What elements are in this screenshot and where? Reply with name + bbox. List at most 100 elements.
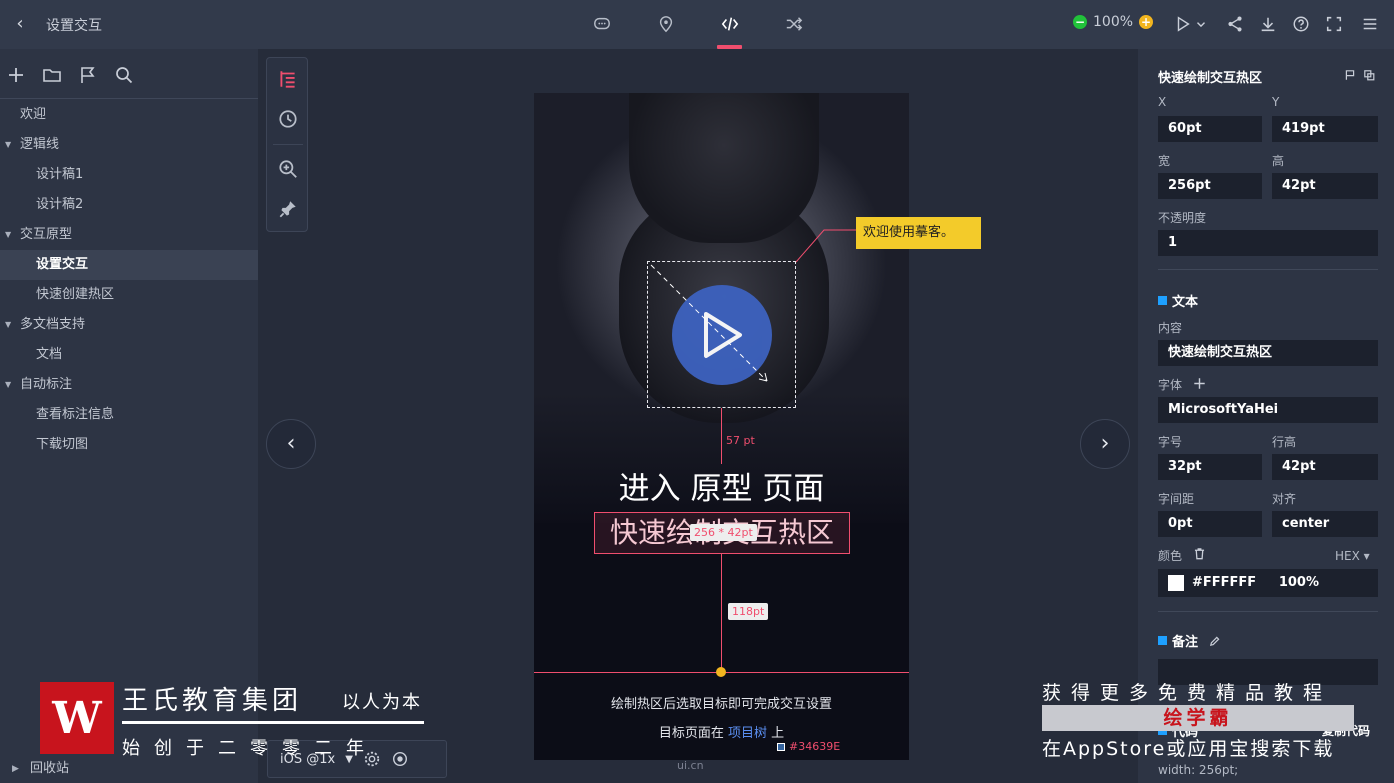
- opacity-label: 不透明度: [1158, 211, 1207, 225]
- color-field[interactable]: #FFFFFF 100%: [1158, 569, 1378, 597]
- anchor-dot: [716, 667, 726, 677]
- zoom-icon[interactable]: [277, 158, 299, 180]
- download-icon[interactable]: [1257, 13, 1279, 35]
- device-sub2: 目标页面在 项目树 上: [658, 726, 785, 741]
- add-font-icon[interactable]: [1193, 377, 1206, 390]
- tree-item-welcome[interactable]: 欢迎: [0, 100, 258, 130]
- width-field[interactable]: 256pt: [1158, 173, 1262, 199]
- letter-spacing-label: 字间距: [1158, 492, 1195, 506]
- font-size-field[interactable]: 32pt: [1158, 454, 1262, 480]
- shuffle-icon[interactable]: [781, 12, 807, 36]
- align-label: 对齐: [1272, 492, 1297, 506]
- pin-icon[interactable]: [277, 198, 299, 220]
- caret-down-icon[interactable]: ▼: [5, 220, 11, 250]
- tree-item-design1[interactable]: 设计稿1: [0, 160, 258, 190]
- panel-title: 快速绘制交互热区: [1158, 71, 1263, 86]
- align-field[interactable]: center: [1272, 511, 1378, 537]
- dist-bottom-label: 118pt: [728, 603, 769, 620]
- caret-right-icon[interactable]: ▶: [12, 755, 19, 783]
- line-height-field[interactable]: 42pt: [1272, 454, 1378, 480]
- section-marker: [1158, 296, 1167, 305]
- x-field[interactable]: 60pt: [1158, 116, 1262, 142]
- tree-item-set-interaction[interactable]: 设置交互: [0, 250, 258, 280]
- content-field[interactable]: 快速绘制交互热区: [1158, 340, 1378, 366]
- share-icon[interactable]: [1224, 13, 1246, 35]
- note-section: 备注: [1158, 631, 1221, 650]
- zoom-out-icon[interactable]: −: [1073, 15, 1087, 29]
- color-swatch: [1168, 574, 1184, 591]
- promo-app: 绘学霸: [1042, 705, 1354, 731]
- tree-item-doc[interactable]: 文档: [0, 340, 258, 370]
- comment-icon[interactable]: [589, 12, 615, 36]
- y-field[interactable]: 419pt: [1272, 116, 1378, 142]
- play-icon[interactable]: [1172, 13, 1194, 35]
- add-icon[interactable]: [6, 65, 26, 85]
- location-icon[interactable]: [653, 12, 679, 36]
- zoom-level: 100%: [1093, 14, 1134, 30]
- line-height-label: 行高: [1272, 435, 1297, 449]
- folder-icon[interactable]: [42, 65, 62, 85]
- back-button[interactable]: ‹: [10, 13, 30, 35]
- tree-link[interactable]: 项目树: [728, 726, 767, 741]
- text-section: 文本: [1158, 291, 1198, 310]
- device-frame: 57 pt 进入 原型 页面 快速绘制交互热区 256 * 42pt 118pt…: [534, 93, 909, 760]
- tree-item-annotate[interactable]: ▼ 自动标注: [0, 370, 258, 400]
- properties-panel: 快速绘制交互热区 X Y 60pt 419pt 宽 高 256pt 42pt 不…: [1138, 49, 1394, 783]
- flag-icon[interactable]: [78, 65, 98, 85]
- edit-icon[interactable]: [1209, 635, 1221, 647]
- y-label: Y: [1272, 95, 1280, 109]
- menu-icon[interactable]: [1359, 13, 1381, 35]
- vertical-toolbar: [266, 57, 308, 232]
- page-title: 设置交互: [46, 18, 102, 34]
- brand-logo: W: [40, 682, 114, 754]
- caret-down-icon[interactable]: ▼: [5, 130, 11, 160]
- divider: [1158, 611, 1378, 612]
- help-icon[interactable]: [1290, 13, 1312, 35]
- watermark-left: W 王氏教育集团 以人为本 始创于二零零二年: [40, 682, 460, 783]
- tooltip: 欢迎使用摹客。: [856, 217, 981, 249]
- brand-divider: [122, 721, 424, 724]
- next-page-button[interactable]: ›: [1080, 419, 1130, 469]
- prev-page-button[interactable]: ‹: [266, 419, 316, 469]
- zoom-control: − 100% +: [1073, 14, 1154, 30]
- tree-item-hotspot[interactable]: 快速创建热区: [0, 280, 258, 310]
- dist-top-label: 57 pt: [726, 434, 755, 447]
- content-label: 内容: [1158, 321, 1183, 335]
- height-field[interactable]: 42pt: [1272, 173, 1378, 199]
- caret-down-icon[interactable]: ▼: [5, 370, 11, 400]
- device-watermark: ui.cn: [677, 759, 704, 772]
- tree-item-logic[interactable]: ▼ 逻辑线: [0, 130, 258, 160]
- tree-item-prototype[interactable]: ▼ 交互原型: [0, 220, 258, 250]
- trash-icon[interactable]: [1193, 547, 1206, 560]
- size-tag: 256 * 42pt: [690, 524, 757, 541]
- chevron-left-icon: ‹: [286, 431, 296, 456]
- tree-item-download-slices[interactable]: 下载切图: [0, 430, 258, 460]
- height-label: 高: [1272, 154, 1285, 168]
- layers-icon[interactable]: [277, 68, 299, 90]
- guide-bottom: [721, 554, 722, 672]
- caret-down-icon[interactable]: ▼: [5, 310, 11, 340]
- promo-line3: 在AppStore或应用宝搜索下载: [1042, 738, 1335, 760]
- toolbar-divider: [273, 144, 303, 145]
- letter-spacing-field[interactable]: 0pt: [1158, 511, 1262, 537]
- chevron-down-icon[interactable]: [1194, 13, 1208, 35]
- fullscreen-icon[interactable]: [1323, 13, 1345, 35]
- canvas: ‹ › 57 pt 进入 原型 页面 快速绘制交互热区 256 * 42pt 1…: [258, 49, 1138, 783]
- copy-icon[interactable]: [1363, 69, 1375, 81]
- zoom-in-icon[interactable]: +: [1139, 15, 1154, 29]
- hotspot-diagonal: [650, 264, 768, 382]
- tree-item-multidoc[interactable]: ▼ 多文档支持: [0, 310, 258, 340]
- device-title: 进入 原型 页面: [618, 471, 825, 507]
- search-icon[interactable]: [114, 65, 134, 85]
- font-field[interactable]: MicrosoftYaHei: [1158, 397, 1378, 423]
- color-format[interactable]: HEX ▾: [1335, 549, 1370, 563]
- opacity-field[interactable]: 1: [1158, 230, 1378, 256]
- tree-item-design2[interactable]: 设计稿2: [0, 190, 258, 220]
- code-icon[interactable]: [717, 12, 743, 36]
- guide-top: [721, 408, 722, 464]
- history-icon[interactable]: [277, 108, 299, 130]
- tree-item-view-annotations[interactable]: 查看标注信息: [0, 400, 258, 430]
- brand-sub: 始创于二零零二年: [122, 738, 378, 759]
- flag-icon[interactable]: [1344, 69, 1356, 81]
- font-label: 字体: [1158, 378, 1183, 392]
